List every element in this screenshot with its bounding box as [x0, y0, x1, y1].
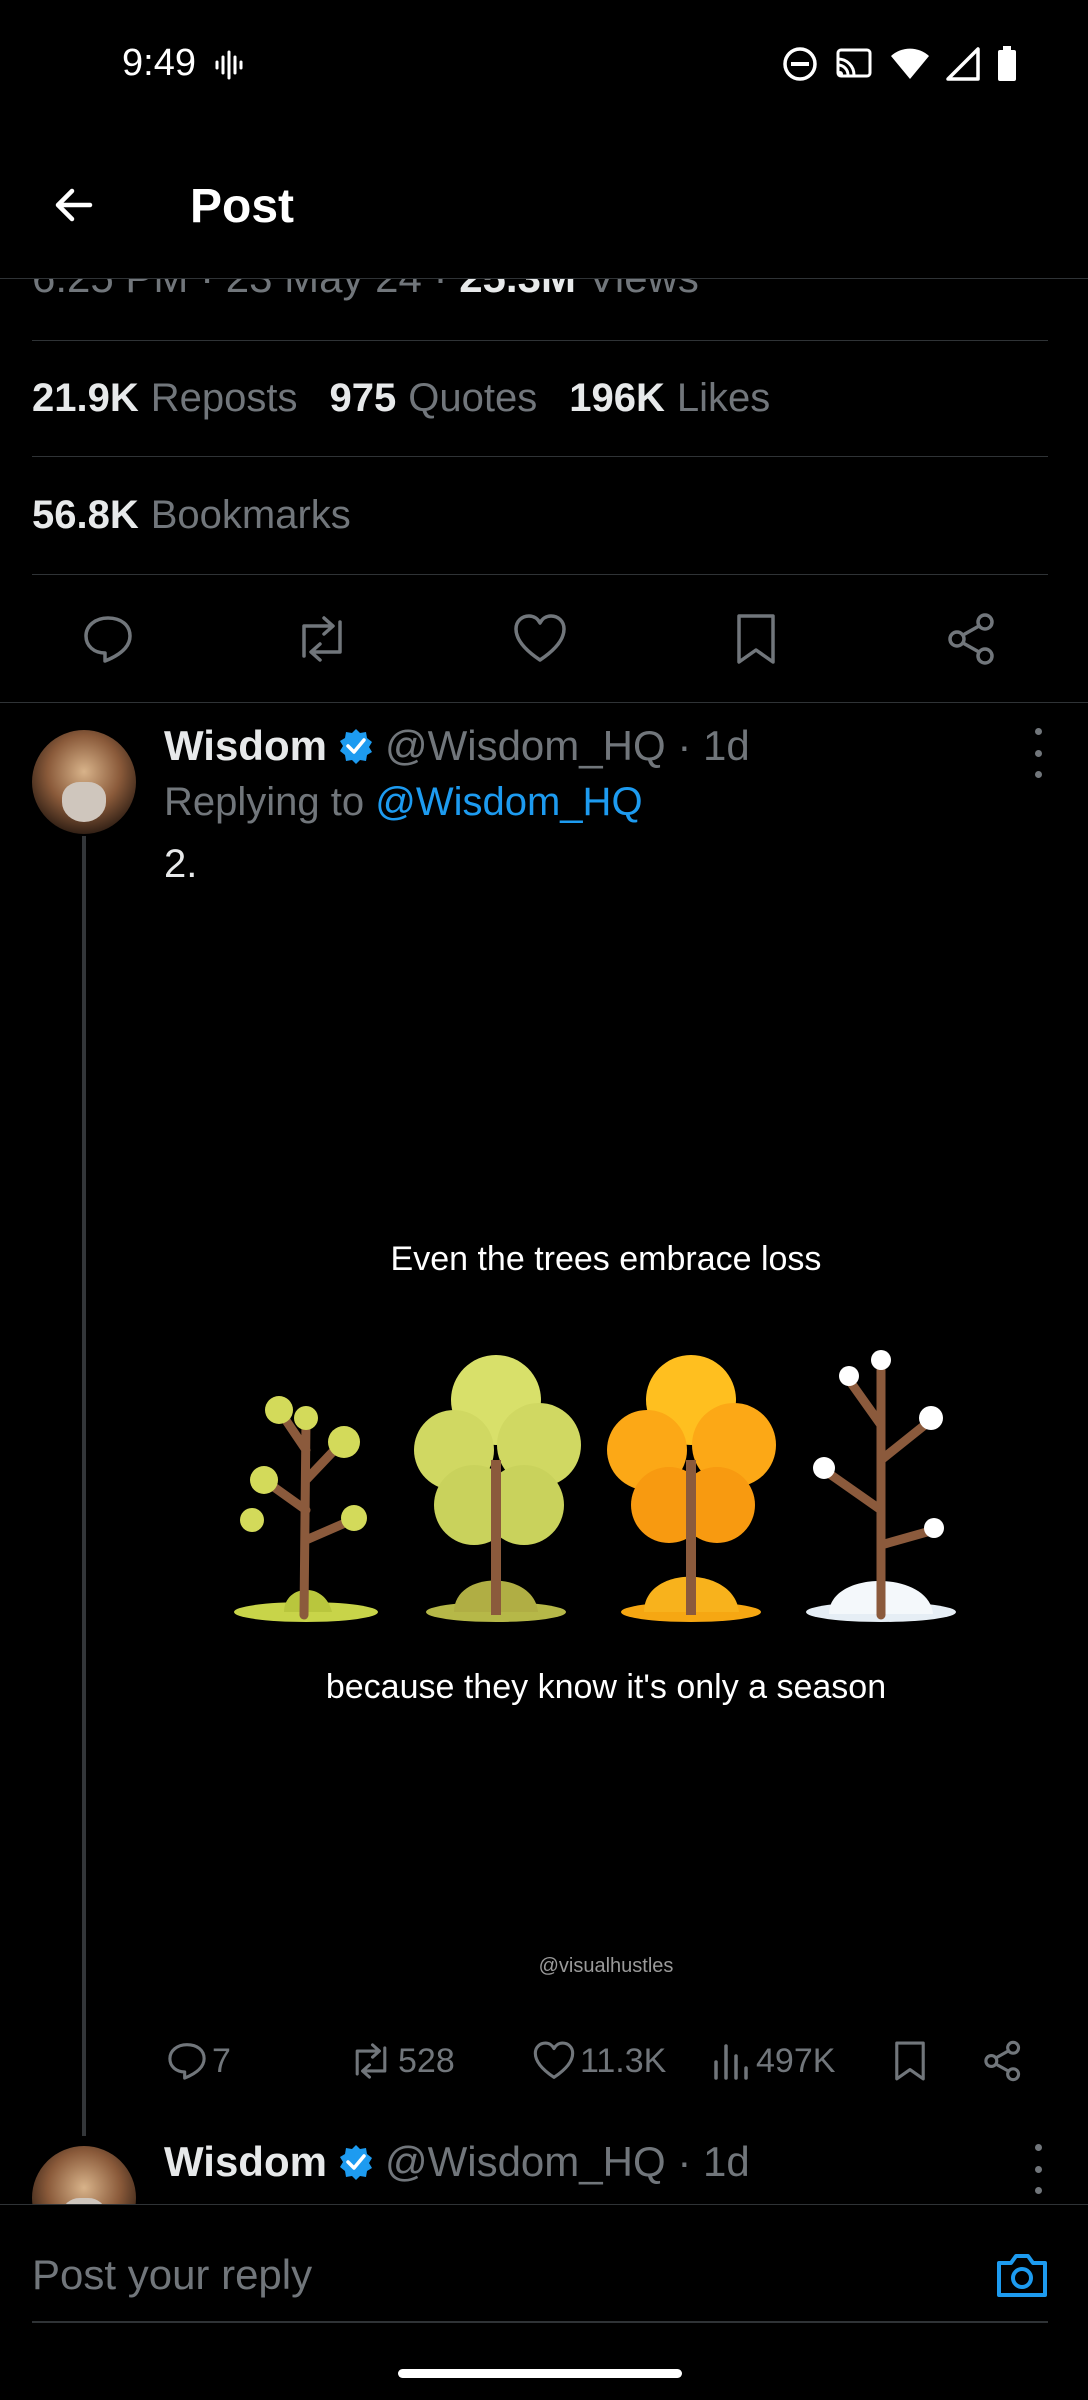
tweet-text: 2. — [164, 842, 198, 886]
reply-icon[interactable] — [78, 609, 138, 669]
replying-mention-link[interactable]: @Wisdom_HQ — [375, 780, 642, 824]
thread-line — [82, 836, 86, 2136]
avatar[interactable] — [32, 730, 136, 834]
post-age: · 1d — [677, 2138, 750, 2185]
autumn-tree-icon — [607, 1355, 776, 1622]
post-action-bar — [0, 575, 1088, 703]
repost-button[interactable]: 528 — [348, 2040, 455, 2082]
post-age: · 1d — [677, 722, 750, 769]
bookmarks-count: 56.8K — [32, 493, 139, 537]
engagement-stats: 21.9K Reposts 975 Quotes 196K Likes — [32, 340, 1048, 457]
bookmarks-stat[interactable]: 56.8K Bookmarks — [32, 457, 1048, 575]
more-options-icon[interactable] — [1028, 728, 1048, 778]
bookmark-icon[interactable] — [892, 2040, 928, 2082]
views-count: 497K — [756, 2041, 836, 2080]
bookmarks-label: Bookmarks — [150, 493, 351, 537]
status-bar: 9:49 — [0, 0, 1088, 135]
like-icon[interactable] — [510, 609, 570, 669]
composer-divider — [32, 2321, 1048, 2323]
media-caption-top: Even the trees embrace loss — [390, 1240, 822, 1278]
like-button[interactable]: 11.3K — [532, 2040, 666, 2082]
top-app-bar: Post — [0, 135, 1088, 279]
bookmark-icon[interactable] — [726, 609, 786, 669]
reply-composer: Post your reply — [0, 2204, 1088, 2400]
share-icon[interactable] — [982, 2040, 1024, 2082]
battery-icon — [996, 46, 1018, 87]
signal-icon — [946, 47, 980, 86]
repost-icon — [355, 2043, 387, 2079]
reply-count: 7 — [212, 2041, 231, 2080]
winter-tree-icon — [806, 1350, 956, 1622]
reply-button[interactable]: 7 — [166, 2040, 231, 2082]
status-icons — [782, 46, 1018, 87]
home-indicator[interactable] — [398, 2369, 682, 2378]
replying-to: Replying to @Wisdom_HQ — [164, 780, 643, 825]
audio-waveform-icon — [214, 50, 244, 85]
cast-icon — [834, 47, 874, 86]
author-handle: @Wisdom_HQ — [384, 722, 666, 769]
analytics-icon — [714, 2044, 748, 2080]
share-icon[interactable] — [942, 609, 1002, 669]
seasonal-trees-illustration — [234, 1350, 956, 1622]
quotes-stat[interactable]: 975 Quotes — [330, 376, 538, 421]
reply-icon — [168, 2043, 206, 2080]
verified-badge-icon — [337, 727, 375, 765]
quotes-count: 975 — [329, 376, 397, 420]
replying-prefix: Replying to — [164, 780, 365, 824]
verified-badge-icon — [337, 2143, 375, 2181]
quotes-label: Quotes — [408, 376, 538, 420]
page-title: Post — [190, 180, 295, 233]
status-time: 9:49 — [122, 42, 196, 84]
reply-input[interactable]: Post your reply — [32, 2251, 312, 2299]
summer-tree-icon — [414, 1355, 581, 1622]
tweet-media-image[interactable]: Even the trees embrace loss because they… — [164, 900, 1048, 2010]
media-credit: @visualhustles — [538, 1955, 674, 1977]
spring-tree-icon — [234, 1396, 378, 1622]
likes-stat[interactable]: 196K Likes — [569, 376, 770, 421]
repost-count: 528 — [398, 2041, 455, 2080]
repost-icon[interactable] — [292, 609, 352, 669]
next-reply-header: Wisdom @Wisdom_HQ · 1d — [164, 2138, 750, 2186]
likes-count: 196K — [569, 376, 665, 420]
reply-action-bar: 7 528 11.3K 497K — [164, 2040, 1064, 2092]
author-handle: @Wisdom_HQ — [384, 2138, 666, 2185]
reply-header: Wisdom @Wisdom_HQ · 1d — [164, 722, 750, 770]
do-not-disturb-icon — [782, 46, 818, 87]
reposts-count: 21.9K — [32, 376, 139, 420]
views-button[interactable]: 497K — [712, 2040, 835, 2082]
wifi-icon — [890, 47, 930, 86]
more-options-icon[interactable] — [1028, 2144, 1048, 2194]
author-name[interactable]: Wisdom — [164, 2138, 327, 2186]
reposts-label: Reposts — [150, 376, 298, 420]
author-name[interactable]: Wisdom — [164, 722, 327, 770]
reposts-stat[interactable]: 21.9K Reposts — [32, 376, 298, 421]
arrow-left-icon[interactable] — [44, 175, 104, 235]
like-count: 11.3K — [580, 2041, 667, 2080]
camera-icon[interactable] — [994, 2247, 1050, 2303]
like-icon — [533, 2041, 575, 2079]
likes-label: Likes — [676, 376, 771, 420]
media-caption-bottom: because they know it's only a season — [325, 1668, 887, 1706]
